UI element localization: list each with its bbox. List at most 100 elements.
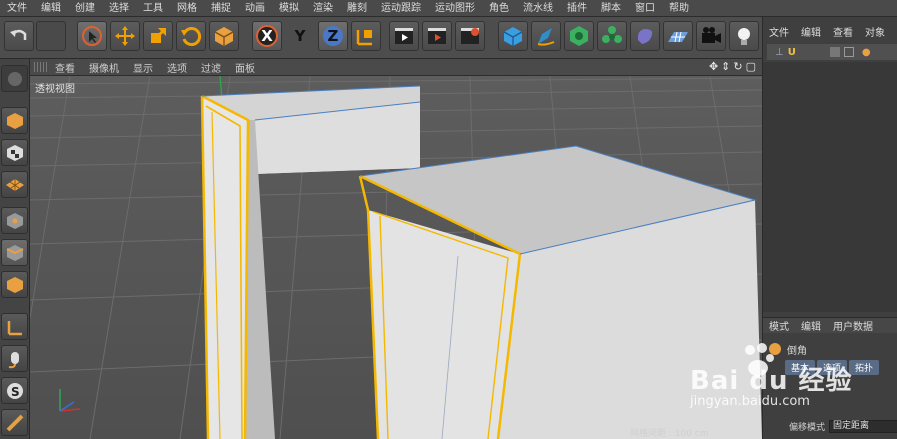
menu-item-1[interactable]: 编辑 (34, 0, 68, 17)
menu-item-12[interactable]: 运动图形 (428, 0, 482, 17)
field-value[interactable]: 固定距离 (829, 419, 897, 433)
scale-icon[interactable] (143, 21, 173, 51)
bevel-tool-icon (769, 343, 781, 355)
menu-item-6[interactable]: 捕捉 (204, 0, 238, 17)
deformer-icon[interactable] (630, 21, 660, 51)
x-axis-icon[interactable]: X (252, 21, 282, 51)
locked-workplane-icon[interactable] (1, 409, 28, 436)
left-toolbar: S (0, 59, 30, 439)
viewport-label: 透视视图 (35, 84, 75, 95)
polygons-mode-icon[interactable] (1, 271, 28, 298)
offset-mode-field[interactable]: 偏移模式 固定距离 (763, 419, 897, 433)
attribute-manager-menu-item-2[interactable]: 用户数据 (827, 318, 879, 333)
grid-spacing-text: 网格间距 : 100 cm (630, 429, 709, 439)
viewport-menu-item-5[interactable]: 面板 (228, 60, 262, 75)
toggle-view-icon[interactable]: ▢ (746, 60, 756, 73)
viewport-menu: 查看 摄像机 显示 选项 过滤 面板 (48, 60, 262, 75)
edges-mode-icon[interactable] (1, 239, 28, 266)
z-axis-label: Z (327, 27, 339, 45)
menu-item-14[interactable]: 流水线 (516, 0, 560, 17)
object-name: U (787, 46, 796, 58)
menu-item-16[interactable]: 脚本 (594, 0, 628, 17)
pen-icon[interactable] (531, 21, 561, 51)
viewport-menu-item-2[interactable]: 显示 (126, 60, 160, 75)
camera-icon[interactable] (696, 21, 726, 51)
object-manager-menu-item-3[interactable]: 对象 (859, 24, 891, 39)
attribute-manager-menu-item-1[interactable]: 编辑 (795, 318, 827, 333)
rotate-view-icon[interactable]: ↻ (733, 60, 742, 73)
render-view-icon[interactable] (389, 21, 419, 51)
menu-item-3[interactable]: 选择 (102, 0, 136, 17)
model-mode-icon[interactable] (1, 65, 28, 92)
object-manager-menu-item-0[interactable]: 文件 (763, 24, 795, 39)
object-list (763, 62, 897, 312)
menu-item-9[interactable]: 渲染 (306, 0, 340, 17)
floor-icon[interactable] (663, 21, 693, 51)
right-bevel-object (358, 145, 762, 439)
attribute-object-header: 倒角 (763, 339, 897, 359)
perspective-viewport[interactable]: 透视视图 网格间距 : 100 cm (30, 76, 762, 439)
attribute-tab-0[interactable]: 基本 (785, 360, 816, 375)
menu-item-11[interactable]: 运动跟踪 (374, 0, 428, 17)
workplane-icon[interactable] (1, 171, 28, 198)
snap-icon[interactable]: S (1, 377, 28, 404)
rotate-icon[interactable] (176, 21, 206, 51)
tweak-mode-icon[interactable] (1, 345, 28, 372)
z-axis-icon[interactable]: Z (318, 21, 348, 51)
move-icon[interactable] (110, 21, 140, 51)
viewport-scene (30, 76, 762, 439)
render-settings-icon[interactable] (455, 21, 485, 51)
menu-item-0[interactable]: 文件 (0, 0, 34, 17)
menu-item-5[interactable]: 网格 (170, 0, 204, 17)
menu-item-18[interactable]: 帮助 (662, 0, 696, 17)
viewport-nav-icons: ✥ ⇕ ↻ ▢ (709, 60, 756, 73)
cloner-icon[interactable] (597, 21, 627, 51)
object-manager-menu-item-1[interactable]: 编辑 (795, 24, 827, 39)
grip-handle[interactable] (34, 62, 48, 72)
x-axis-label: X (261, 27, 273, 45)
attribute-manager-menu-item-0[interactable]: 模式 (763, 318, 795, 333)
texture-mode-icon[interactable] (1, 139, 28, 166)
viewport-menu-item-3[interactable]: 选项 (160, 60, 194, 75)
tag-icon[interactable]: ● (862, 47, 871, 58)
viewport-menubar: 查看 摄像机 显示 选项 过滤 面板 ✥ ⇕ ↻ ▢ (30, 59, 762, 76)
right-panel: 文件 编辑 查看 对象 ⊥ U ● 模式 编辑 用户数据 倒角 基本 选项 拓扑 偏移模式 固… (762, 17, 897, 439)
object-manager-menu-item-2[interactable]: 查看 (827, 24, 859, 39)
layer-icon[interactable] (829, 47, 840, 57)
viewport-menu-item-0[interactable]: 查看 (48, 60, 82, 75)
y-axis-label: Y (294, 27, 306, 45)
field-label: 偏移模式 (788, 422, 825, 433)
light-icon[interactable] (729, 21, 759, 51)
attribute-tab-2[interactable]: 拓扑 (849, 360, 880, 375)
menu-item-10[interactable]: 雕刻 (340, 0, 374, 17)
undo-icon[interactable] (4, 21, 34, 51)
menu-item-4[interactable]: 工具 (136, 0, 170, 17)
object-mode-icon[interactable] (1, 107, 28, 134)
menu-item-13[interactable]: 角色 (482, 0, 516, 17)
render-picture-viewer-icon[interactable] (422, 21, 452, 51)
axis-mode-icon[interactable] (1, 313, 28, 340)
menu-item-7[interactable]: 动画 (238, 0, 272, 17)
y-axis-icon[interactable]: Y (285, 21, 315, 51)
object-row[interactable]: ⊥ U ● (767, 44, 897, 60)
subdivision-icon[interactable] (564, 21, 594, 51)
main-toolbar: X Y Z (0, 17, 762, 59)
coordinate-system-icon[interactable] (351, 21, 381, 51)
cube-icon[interactable] (498, 21, 528, 51)
menu-item-15[interactable]: 插件 (560, 0, 594, 17)
live-selection-icon[interactable] (77, 21, 107, 51)
main-menubar: 文件 编辑 创建 选择 工具 网格 捕捉 动画 模拟 渲染 雕刻 运动跟踪 运动图形 角色 流水线 插件 脚本窗… (0, 0, 897, 17)
menu-item-17[interactable]: 窗口 (628, 0, 662, 17)
viewport-menu-item-4[interactable]: 过滤 (194, 60, 228, 75)
viewport-menu-item-1[interactable]: 摄像机 (82, 60, 126, 75)
last-object-icon[interactable] (209, 21, 239, 51)
zoom-view-icon[interactable]: ⇕ (721, 60, 730, 73)
visibility-icon[interactable] (843, 47, 854, 57)
points-mode-icon[interactable] (1, 207, 28, 234)
menu-item-8[interactable]: 模拟 (272, 0, 306, 17)
attribute-tab-1[interactable]: 选项 (817, 360, 848, 375)
svg-text:S: S (11, 385, 20, 399)
move-view-icon[interactable]: ✥ (709, 60, 718, 73)
redo-button[interactable] (36, 21, 66, 51)
menu-item-2[interactable]: 创建 (68, 0, 102, 17)
